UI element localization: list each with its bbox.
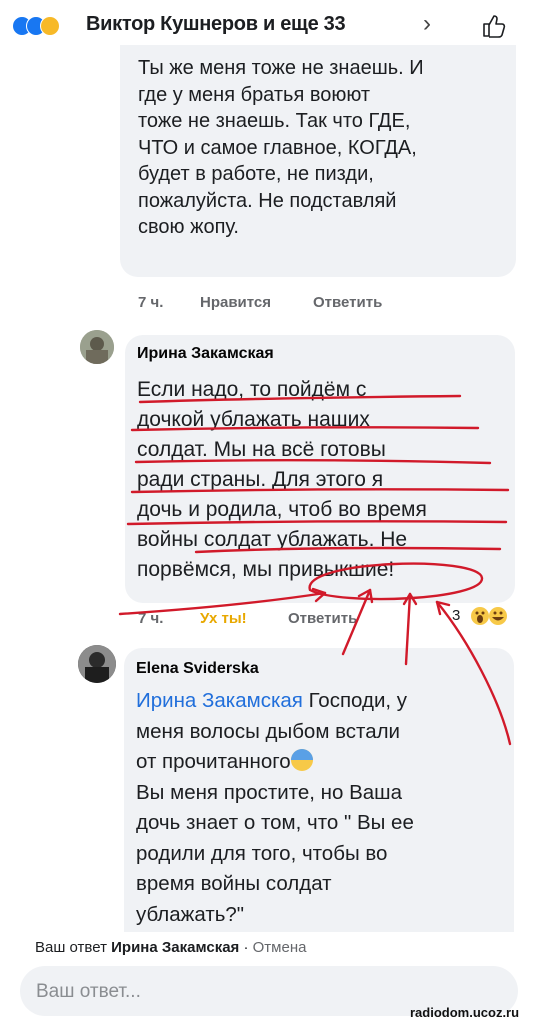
comment-line: время войны солдат [136, 872, 332, 895]
comment-line: Ты же меня тоже не знаешь. И [138, 57, 424, 79]
reply-link[interactable]: Ответить [288, 610, 357, 627]
comment-line: будет в работе, не пизди, [138, 163, 374, 185]
comment-line: ублажать?" [136, 902, 245, 926]
comment-line: дочь знает о том, что " Вы ее [136, 811, 414, 834]
reactors-title[interactable]: Виктор Кушнеров и еще 33 [86, 13, 346, 36]
comment-line: Ирина Закамская Господи, у [136, 686, 500, 717]
comment-line: дочкой ублажать наших [137, 408, 370, 431]
comment-line: меня волосы дыбом встали [136, 719, 401, 743]
replying-to-name: Ирина Закамская [111, 939, 240, 956]
comment-text: Ты же меня тоже не знаешь. И где у меня … [138, 55, 513, 241]
comment-author[interactable]: Ирина Закамская [137, 345, 274, 363]
comment-bubble: Ты же меня тоже не знаешь. И где у меня … [120, 45, 516, 277]
reaction-icons [12, 16, 82, 36]
haha-reaction-icon [40, 16, 60, 36]
comment-line: пожалуйста. Не подставляй [138, 189, 397, 212]
reply-link[interactable]: Ответить [313, 294, 382, 311]
chevron-right-icon[interactable]: › [423, 10, 431, 38]
comment-line: Если надо, то пойдём с [137, 378, 367, 401]
comment-line: родили для того, чтобы во [136, 841, 388, 865]
mention-link[interactable]: Ирина Закамская [136, 689, 303, 712]
comment-line: войны солдат ублажать. Не [137, 528, 408, 551]
avatar-image [78, 645, 116, 683]
comment-line: от прочитанного [136, 747, 500, 778]
wow-reaction-icon [471, 607, 507, 625]
comment-line: где у меня братья воюют [138, 83, 371, 106]
separator-dot: · [239, 939, 253, 956]
avatar[interactable] [80, 330, 114, 364]
comment-time: 7 ч. [138, 610, 164, 627]
avatar-image [80, 330, 114, 364]
replying-to-label: Ваш ответ [35, 939, 112, 956]
comment-line: свою жопу. [138, 216, 239, 238]
comment-bubble: Ирина Закамская Если надо, то пойдём с д… [125, 335, 515, 603]
replying-to: Ваш ответ Ирина Закамская · Отмена [35, 939, 306, 956]
comment-line: солдат. Мы на всё готовы [137, 438, 386, 461]
watermark: radiodom.ucoz.ru [410, 1005, 520, 1020]
comment-line-text: от прочитанного [136, 750, 291, 773]
thumbs-up-icon[interactable] [480, 12, 508, 40]
reply-input[interactable] [34, 976, 508, 1008]
wow-reaction-link[interactable]: Ух ты! [200, 610, 247, 627]
comment-author[interactable]: Elena Sviderska [136, 660, 259, 678]
comment-line-rest: Господи, у [302, 689, 408, 712]
cancel-reply-link[interactable]: Отмена [253, 939, 307, 956]
comment-text: Если надо, то пойдём с дочкой ублажать н… [137, 375, 507, 585]
comment-line: ради страны. Для этого я [137, 468, 384, 491]
comment-text: Ирина Закамская Господи, у меня волосы д… [136, 686, 500, 930]
like-link[interactable]: Нравится [200, 294, 271, 311]
comment-line: Вы меня простите, но Ваша [136, 780, 402, 804]
avatar[interactable] [78, 645, 116, 683]
reaction-count[interactable]: 3 [452, 607, 460, 624]
comment-bubble: Elena Sviderska Ирина Закамская Господи,… [124, 648, 514, 932]
comment-time: 7 ч. [138, 294, 164, 311]
comment-line: дочь и родила, чтоб во время [137, 498, 427, 521]
comment-line: тоже не знаешь. Так что ГДЕ, [138, 110, 411, 132]
anxious-face-emoji-icon [290, 749, 313, 771]
comment-line: порвёмся, мы привыкшие! [137, 558, 395, 581]
comment-line: ЧТО и самое главное, КОГДА, [138, 136, 417, 159]
